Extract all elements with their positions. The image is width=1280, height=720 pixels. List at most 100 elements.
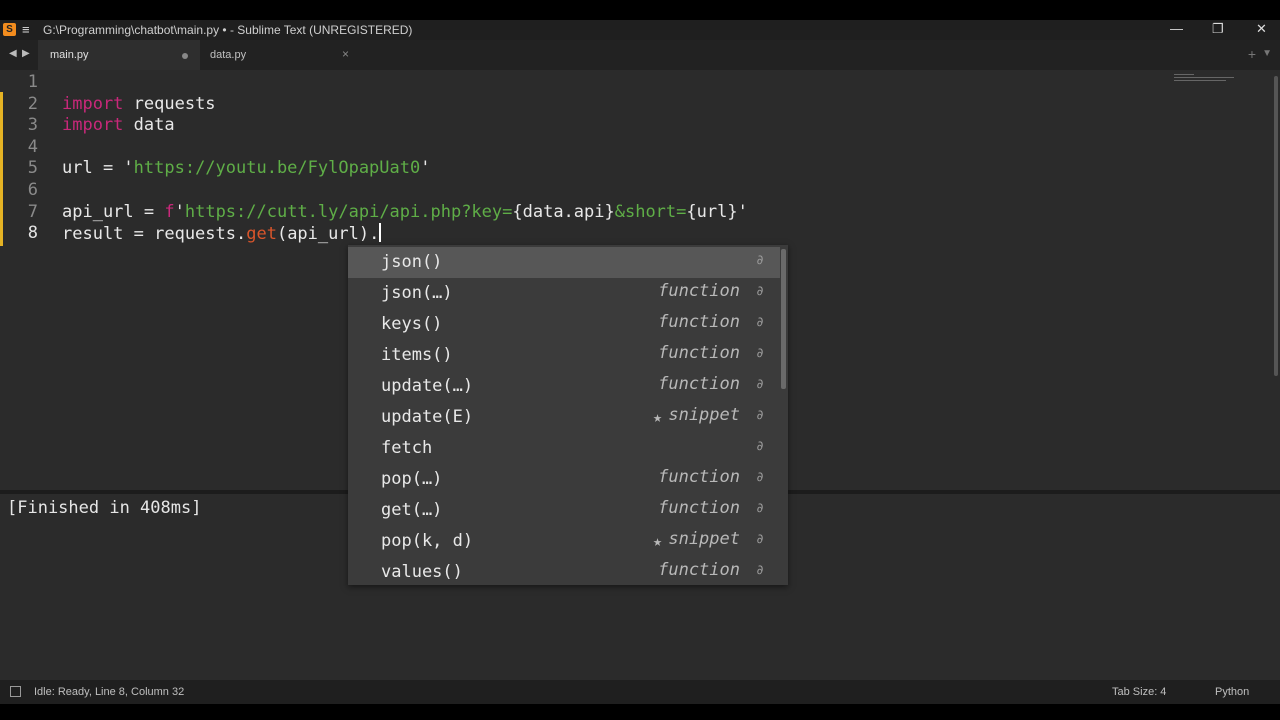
text-cursor [379, 223, 382, 243]
vertical-scrollbar[interactable] [1274, 76, 1278, 376]
completion-kind-icon: ∂ [756, 315, 764, 330]
completion-kind-icon: ∂ [756, 377, 764, 392]
completion-kind: function [658, 281, 740, 301]
close-window-button[interactable]: ✕ [1256, 21, 1267, 37]
autocomplete-scrollbar[interactable] [781, 249, 786, 389]
tab-close-icon[interactable]: × [342, 47, 349, 61]
completion-kind: function [658, 312, 740, 332]
autocomplete-item[interactable]: pop(…) function ∂ [348, 464, 780, 495]
completion-kind: snippet [668, 405, 740, 425]
autocomplete-item[interactable]: update(…) function ∂ [348, 371, 780, 402]
completion-kind-icon: ∂ [756, 439, 764, 454]
tab-data-py[interactable]: data.py × [200, 40, 360, 70]
autocomplete-item[interactable]: keys() function ∂ [348, 309, 780, 340]
completion-kind: snippet [668, 529, 740, 549]
completion-name: keys() [381, 314, 443, 334]
code-text: url = 'https://youtu.be/FylOpapUat0' [62, 158, 430, 178]
tab-list-chevron-icon[interactable]: ▼ [1262, 48, 1272, 59]
code-token: {data.api} [512, 201, 615, 222]
code-token: ' [174, 201, 185, 222]
completion-kind: function [658, 498, 740, 518]
code-line[interactable]: 8 result = requests.get(api_url). [0, 223, 1270, 245]
autocomplete-item[interactable]: json(…) function ∂ [348, 278, 780, 309]
code-line[interactable]: 3 import data [0, 115, 1270, 137]
code-token: import [62, 93, 124, 114]
code-line[interactable]: 6 [0, 180, 1270, 202]
tab-label: data.py [210, 49, 247, 61]
completion-kind-icon: ∂ [756, 470, 764, 485]
build-output-text: [Finished in 408ms] [7, 498, 202, 518]
autocomplete-popup: json() ∂ json(…) function ∂ keys() function ∂ it… [348, 245, 788, 585]
autocomplete-item[interactable]: items() function ∂ [348, 340, 780, 371]
code-token: https://youtu.be/FylOpapUat0 [133, 158, 421, 179]
code-token: {url}' [686, 201, 748, 222]
completion-kind: function [658, 374, 740, 394]
autocomplete-item[interactable]: get(…) function ∂ [348, 495, 780, 526]
completion-kind: function [658, 343, 740, 363]
code-line[interactable]: 7 api_url = f'https://cutt.ly/api/api.php… [0, 202, 1270, 224]
sublime-logo-icon: S [3, 23, 16, 36]
completion-kind-icon: ∂ [756, 284, 764, 299]
completion-kind-icon: ∂ [756, 253, 764, 268]
code-line[interactable]: 4 [0, 137, 1270, 159]
completion-name: update(…) [381, 376, 474, 396]
title-bar: S ≡ G:\Programming\chatbot\main.py • - S… [0, 20, 1280, 40]
line-number: 4 [27, 136, 38, 157]
status-bar: Idle: Ready, Line 8, Column 32 Tab Size:… [0, 680, 1280, 704]
completion-kind-icon: ∂ [756, 408, 764, 423]
code-token: api_url = [62, 201, 165, 222]
snippet-star-icon: ★ [652, 532, 662, 550]
syntax-indicator[interactable]: Python [1215, 686, 1249, 698]
code-text: api_url = f'https://cutt.ly/api/api.php?… [62, 202, 748, 222]
snippet-star-icon: ★ [652, 408, 662, 426]
code-token: f [164, 201, 175, 222]
completion-name: json(…) [381, 283, 453, 303]
completion-name: fetch [381, 438, 433, 458]
code-token: ' [420, 158, 431, 179]
tab-forward-icon[interactable]: ▶ [22, 48, 30, 59]
code-token: https://cutt.ly/api/api.php?key= [184, 201, 513, 222]
completion-kind-icon: ∂ [756, 501, 764, 516]
autocomplete-item[interactable]: update(E) ★ snippet ∂ [348, 402, 780, 433]
autocomplete-item[interactable]: pop(k, d) ★ snippet ∂ [348, 526, 780, 557]
line-number: 7 [27, 201, 38, 222]
window-title: G:\Programming\chatbot\main.py • - Subli… [43, 23, 413, 37]
completion-name: json() [381, 252, 443, 272]
code-line[interactable]: 5 url = 'https://youtu.be/FylOpapUat0' [0, 158, 1270, 180]
panel-toggle-icon[interactable] [10, 686, 21, 697]
completion-name: get(…) [381, 500, 443, 520]
completion-name: pop(…) [381, 469, 443, 489]
modified-dot-icon[interactable] [182, 53, 188, 59]
hamburger-menu-icon[interactable]: ≡ [22, 22, 30, 37]
code-text: import data [62, 115, 175, 135]
autocomplete-item[interactable]: values() function ∂ [348, 557, 780, 588]
completion-name: update(E) [381, 407, 474, 427]
tab-size-indicator[interactable]: Tab Size: 4 [1112, 686, 1166, 698]
completion-kind-icon: ∂ [756, 532, 764, 547]
code-text: result = requests.get(api_url). [62, 223, 382, 245]
completion-kind-icon: ∂ [756, 563, 764, 578]
code-token: url = ' [62, 158, 134, 179]
completion-kind: function [658, 560, 740, 580]
code-token: import [62, 115, 124, 136]
tab-back-icon[interactable]: ◀ [9, 48, 17, 59]
new-tab-icon[interactable]: + [1248, 46, 1256, 62]
status-text: Idle: Ready, Line 8, Column 32 [34, 686, 185, 698]
restore-button[interactable]: ❐ [1212, 21, 1224, 37]
code-token: data [123, 115, 175, 136]
code-token: &short= [614, 201, 687, 222]
tab-main-py[interactable]: main.py [38, 40, 200, 70]
autocomplete-item[interactable]: fetch ∂ [348, 433, 780, 464]
autocomplete-item[interactable]: json() ∂ [348, 247, 780, 278]
code-line[interactable]: 2 import requests [0, 94, 1270, 116]
completion-name: items() [381, 345, 453, 365]
code-token: get [246, 224, 277, 245]
code-token: result = requests. [62, 224, 247, 245]
minimize-button[interactable]: — [1170, 21, 1183, 36]
completion-kind-icon: ∂ [756, 346, 764, 361]
line-number: 3 [27, 115, 38, 136]
line-number: 8 [27, 223, 38, 244]
code-line[interactable]: 1 [0, 72, 1270, 94]
code-token: (api_url). [276, 224, 380, 245]
tab-bar: ◀ ▶ main.py data.py × + ▼ [0, 40, 1280, 70]
